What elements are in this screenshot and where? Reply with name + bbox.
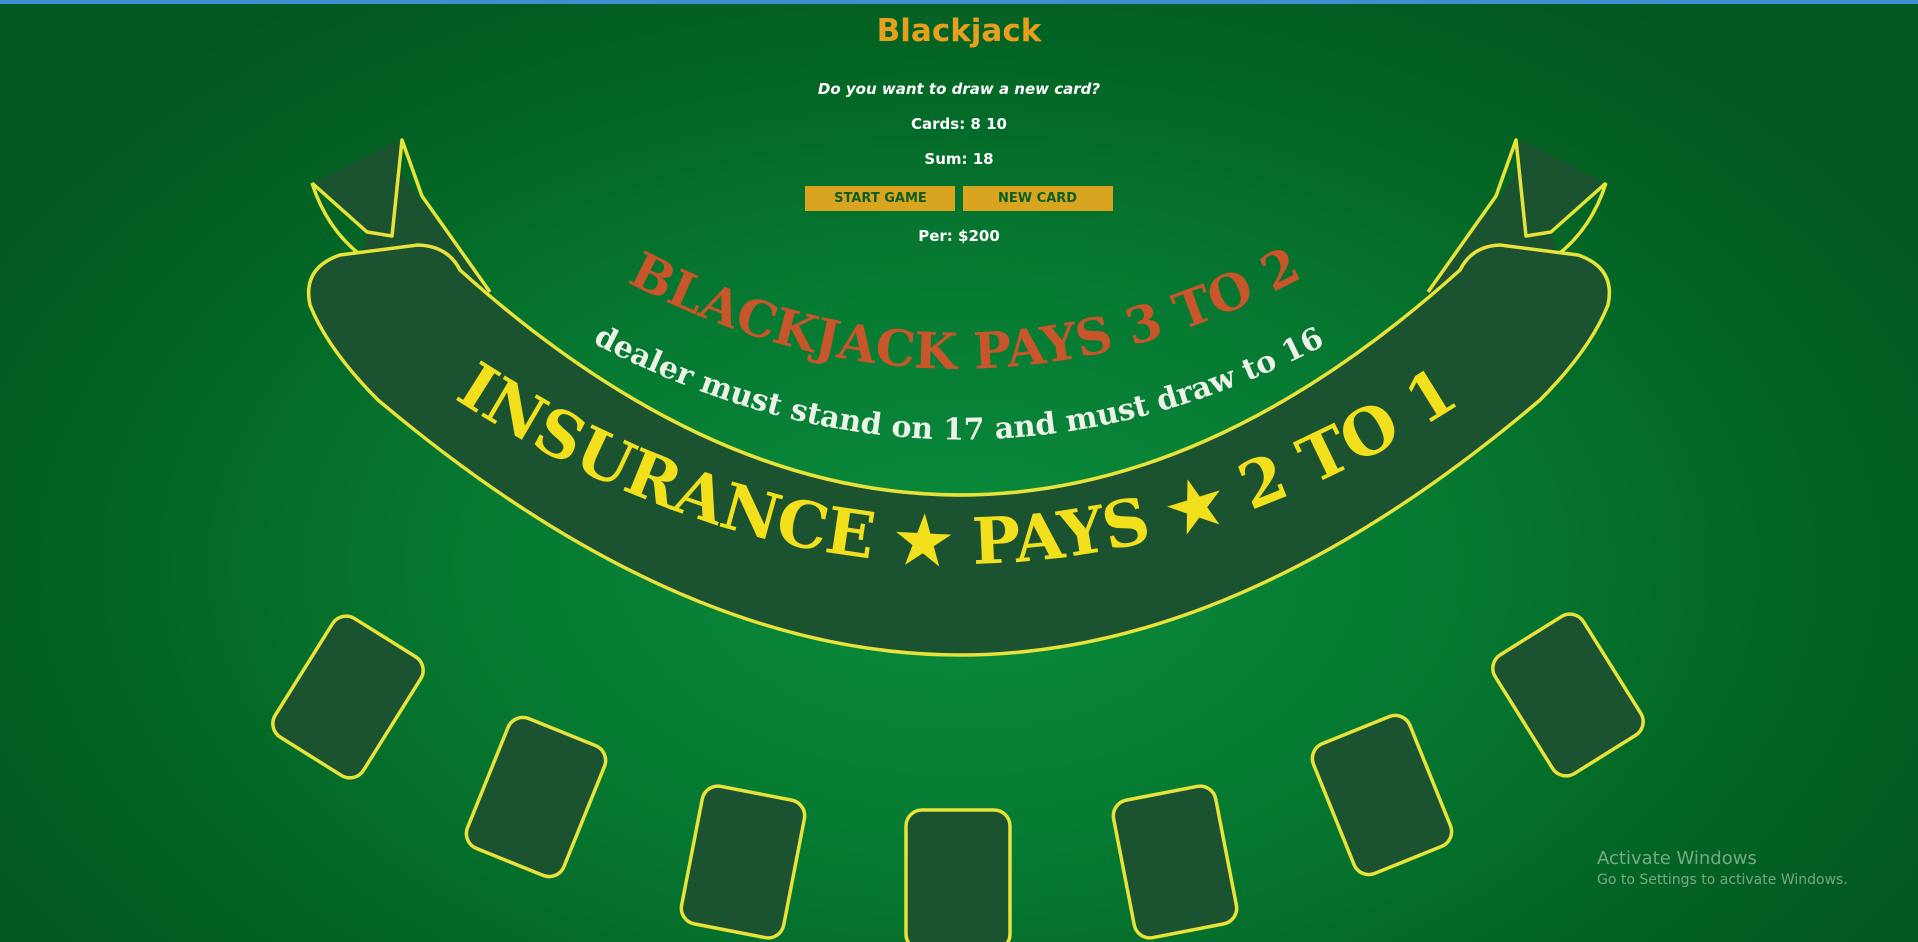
action-buttons: START GAME NEW CARD	[0, 186, 1918, 211]
card-spot-7	[1491, 612, 1645, 778]
game-panel: Blackjack Do you want to draw a new card…	[0, 0, 1918, 245]
card-spot-3	[679, 784, 807, 940]
activate-windows-watermark: Activate Windows Go to Settings to activ…	[1597, 848, 1848, 890]
card-spot-6	[1310, 713, 1454, 877]
cards-display: Cards: 8 10	[911, 115, 1007, 133]
sum-display: Sum: 18	[924, 150, 994, 168]
game-title: Blackjack	[876, 13, 1042, 49]
card-spot-2	[464, 715, 608, 879]
start-game-button[interactable]: START GAME	[805, 186, 956, 211]
new-card-button[interactable]: NEW CARD	[962, 186, 1113, 211]
watermark-title: Activate Windows	[1597, 848, 1757, 869]
blackjack-pays-text: BLACKJACK PAYS 3 TO 2	[621, 235, 1309, 381]
player-chips: Per: $200	[918, 227, 1000, 245]
watermark-subtitle: Go to Settings to activate Windows.	[1597, 872, 1848, 888]
card-spot-5	[1111, 784, 1239, 940]
game-message: Do you want to draw a new card?	[817, 80, 1101, 98]
card-spot-1	[271, 614, 425, 780]
card-spot-4	[904, 808, 1012, 942]
